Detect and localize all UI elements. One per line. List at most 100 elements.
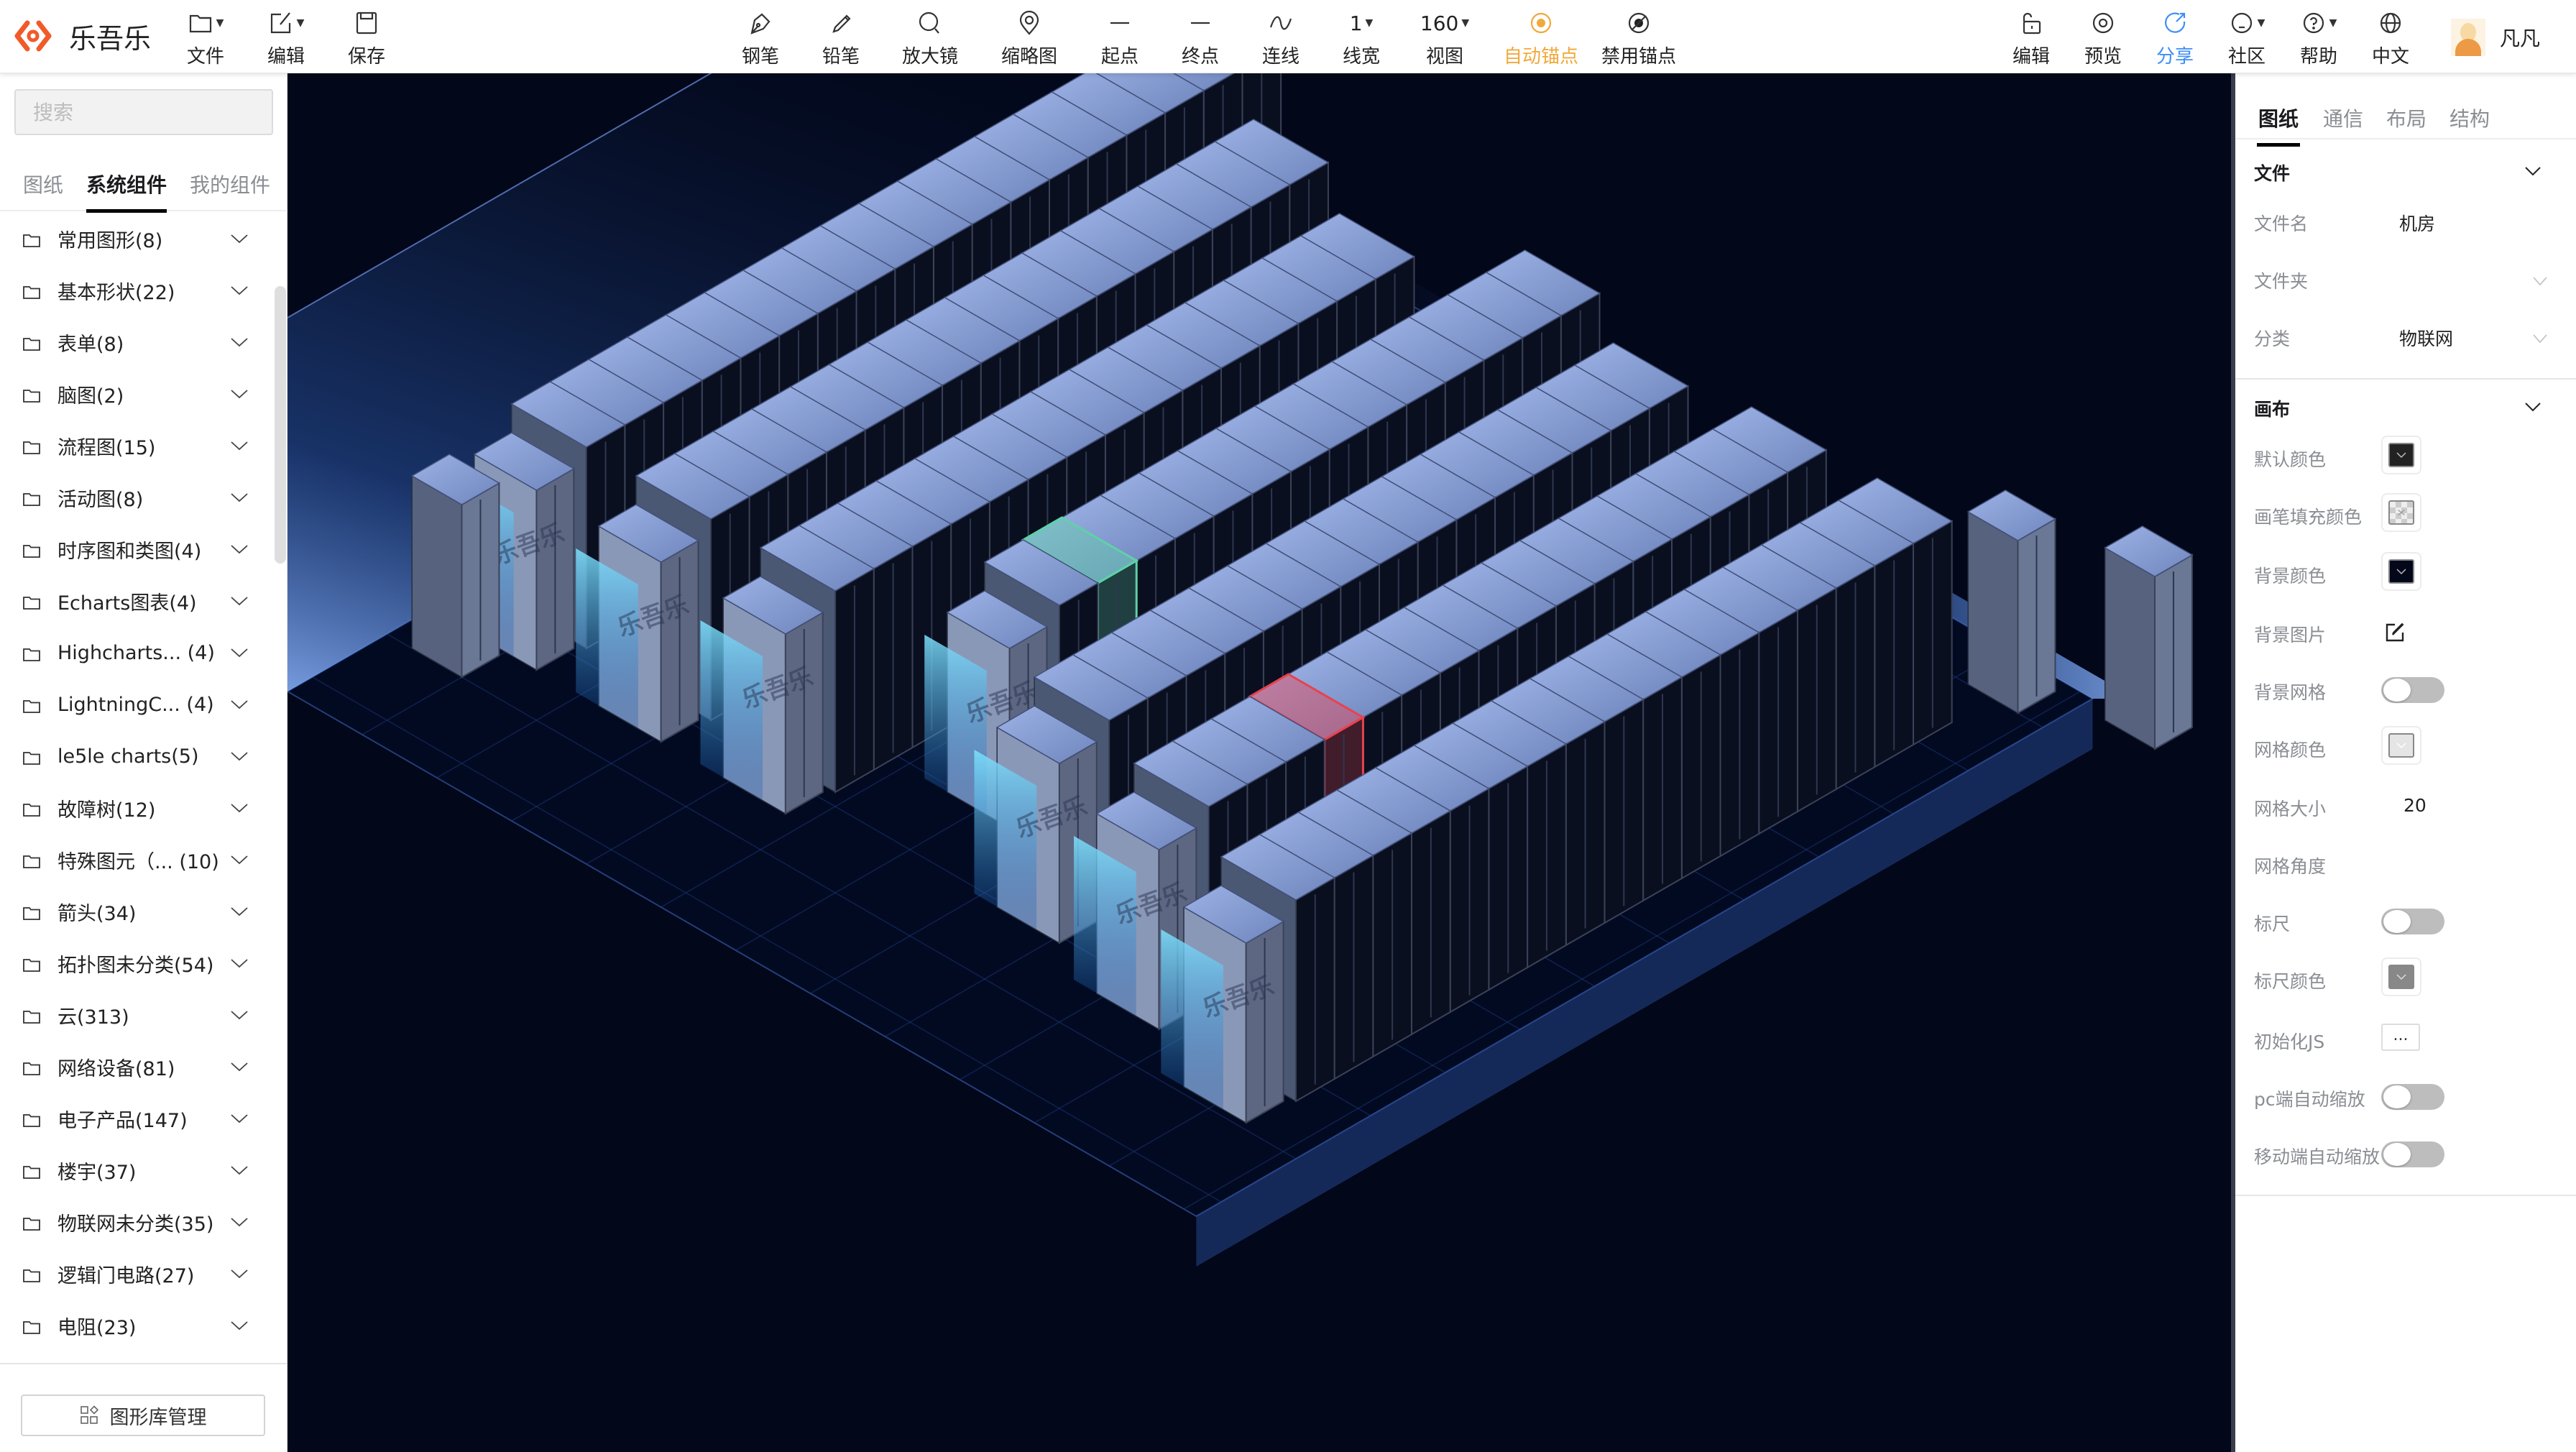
save-button[interactable]: 保存 <box>323 7 410 68</box>
chevron-down-icon[interactable] <box>230 854 249 865</box>
chevron-down-icon[interactable] <box>230 543 249 555</box>
connect-line-button[interactable]: 连线 <box>1238 7 1324 68</box>
background-grid-toggle[interactable] <box>2381 677 2444 703</box>
disable-anchor-button[interactable]: 禁用锚点 <box>1596 7 1682 68</box>
chevron-down-icon[interactable] <box>2532 276 2548 286</box>
app-logo[interactable]: 乐吾乐 <box>14 13 151 59</box>
sidebar-scrollbar[interactable] <box>275 286 286 564</box>
auto-anchor-button[interactable]: 自动锚点 <box>1498 7 1584 68</box>
category-item[interactable]: 特殊图元（... (10) <box>0 834 273 886</box>
edit-icon[interactable] <box>2385 622 2405 643</box>
category-item[interactable]: le5le charts(5) <box>0 730 273 782</box>
tab-system-components[interactable]: 系统组件 <box>86 170 167 213</box>
category-item[interactable]: 楼宇(37) <box>0 1144 273 1196</box>
tab-drawings[interactable]: 图纸 <box>23 170 63 198</box>
category-item[interactable]: 常用图形(8) <box>0 213 273 265</box>
line-end-label: 终点 <box>1181 46 1219 68</box>
chevron-down-icon[interactable] <box>230 388 249 400</box>
grid-angle-input[interactable] <box>2399 853 2529 874</box>
connect-label: 连线 <box>1261 46 1300 68</box>
category-item[interactable]: Highcharts... (4) <box>0 627 273 679</box>
tab-structure[interactable]: 结构 <box>2450 104 2490 132</box>
file-name-value[interactable]: 机房 <box>2399 210 2435 236</box>
category-name: 电子产品(147) <box>58 1109 188 1132</box>
category-item[interactable]: 表单(8) <box>0 316 273 368</box>
view-zoom-dropdown[interactable]: 160 ▼ 视图 <box>1402 7 1488 68</box>
folder-select[interactable] <box>2399 267 2529 289</box>
category-item[interactable]: 箭头(34) <box>0 886 273 937</box>
chevron-down-icon[interactable] <box>230 1216 249 1228</box>
chevron-down-icon[interactable] <box>230 699 249 710</box>
chevron-down-icon[interactable] <box>230 906 249 917</box>
category-item[interactable]: 脑图(2) <box>0 368 273 420</box>
pen-tool-button[interactable]: 钢笔 <box>717 7 804 68</box>
background-grid-label: 背景网格 <box>2254 682 2327 703</box>
background-color-picker[interactable] <box>2381 552 2421 591</box>
category-item[interactable]: 基本形状(22) <box>0 265 273 316</box>
mobile-auto-scale-toggle[interactable] <box>2381 1141 2444 1167</box>
tab-layout[interactable]: 布局 <box>2386 104 2426 132</box>
chevron-down-icon[interactable] <box>2524 401 2542 413</box>
library-manage-button[interactable]: 图形库管理 <box>21 1394 265 1436</box>
category-item[interactable]: 云(313) <box>0 989 273 1041</box>
category-item[interactable]: LightningC... (4) <box>0 679 273 730</box>
grid-size-input[interactable]: 20 <box>2404 795 2426 816</box>
category-item[interactable]: 拓扑图未分类(54) <box>0 937 273 989</box>
file-section-title: 文件 <box>2254 163 2291 184</box>
category-item[interactable]: 活动图(8) <box>0 472 273 523</box>
chevron-down-icon[interactable] <box>230 595 249 607</box>
language-button[interactable]: 中文 <box>2347 7 2434 68</box>
category-item[interactable]: 电子产品(147) <box>0 1093 273 1144</box>
chevron-down-icon[interactable] <box>230 1061 249 1072</box>
line-start-button[interactable]: 起点 <box>1077 7 1163 68</box>
category-item[interactable]: 时序图和类图(4) <box>0 523 273 575</box>
pen-fill-color-picker[interactable] <box>2381 493 2421 532</box>
category-item[interactable]: 流程图(15) <box>0 420 273 472</box>
category-item[interactable]: 故障树(12) <box>0 782 273 834</box>
category-item[interactable]: Echarts图表(4) <box>0 575 273 627</box>
category-item[interactable]: 物联网未分类(35) <box>0 1196 273 1248</box>
category-item[interactable]: 逻辑门电路(27) <box>0 1248 273 1300</box>
pc-auto-scale-toggle[interactable] <box>2381 1084 2444 1110</box>
default-color-picker[interactable] <box>2381 436 2421 474</box>
ruler-toggle[interactable] <box>2381 909 2444 934</box>
magnifier-tool-button[interactable]: 放大镜 <box>887 7 973 68</box>
drawing-canvas[interactable]: 乐吾乐 乐吾乐 乐吾乐 乐吾乐 乐吾乐 乐吾乐 乐吾乐 <box>288 73 2231 1452</box>
user-menu[interactable]: 凡凡 <box>2451 19 2540 56</box>
search-input[interactable] <box>14 89 273 135</box>
chevron-down-icon[interactable] <box>230 285 249 296</box>
default-color-label: 默认颜色 <box>2254 449 2327 470</box>
grid-color-picker[interactable] <box>2381 726 2421 765</box>
file-menu-button[interactable]: ▼ 文件 <box>162 7 249 68</box>
tab-drawing[interactable]: 图纸 <box>2256 104 2301 147</box>
chevron-down-icon[interactable] <box>230 1113 249 1124</box>
chevron-down-icon[interactable] <box>230 1320 249 1331</box>
category-item[interactable]: 网络设备(81) <box>0 1041 273 1093</box>
chevron-down-icon[interactable] <box>230 957 249 969</box>
chevron-down-icon[interactable] <box>2524 165 2542 177</box>
thumbnail-tool-button[interactable]: 缩略图 <box>986 7 1072 68</box>
category-item[interactable]: 电阻(23) <box>0 1300 273 1351</box>
chevron-down-icon[interactable] <box>2532 334 2548 344</box>
chevron-down-icon[interactable] <box>230 336 249 348</box>
chevron-down-icon[interactable] <box>230 750 249 762</box>
pencil-tool-button[interactable]: 铅笔 <box>798 7 884 68</box>
line-end-button[interactable]: 终点 <box>1157 7 1243 68</box>
chevron-down-icon[interactable] <box>230 647 249 658</box>
chevron-down-icon[interactable] <box>230 1164 249 1176</box>
chevron-down-icon[interactable] <box>230 233 249 244</box>
chevron-down-icon[interactable] <box>230 1009 249 1021</box>
chevron-down-icon[interactable] <box>230 802 249 814</box>
chevron-down-icon[interactable] <box>230 440 249 451</box>
category-name: 拓扑图未分类(54) <box>58 954 214 977</box>
save-icon <box>356 12 377 35</box>
chevron-down-icon[interactable] <box>230 1268 249 1279</box>
chevron-down-icon[interactable] <box>230 492 249 503</box>
edit-menu-button[interactable]: ▼ 编辑 <box>243 7 329 68</box>
category-select[interactable]: 物联网 <box>2399 325 2453 351</box>
line-width-dropdown[interactable]: 1 ▼ 线宽 <box>1318 7 1404 68</box>
tab-communication[interactable]: 通信 <box>2323 104 2363 132</box>
tab-my-components[interactable]: 我的组件 <box>190 170 270 198</box>
init-js-button[interactable]: ... <box>2381 1024 2420 1051</box>
ruler-color-picker[interactable] <box>2381 957 2421 996</box>
